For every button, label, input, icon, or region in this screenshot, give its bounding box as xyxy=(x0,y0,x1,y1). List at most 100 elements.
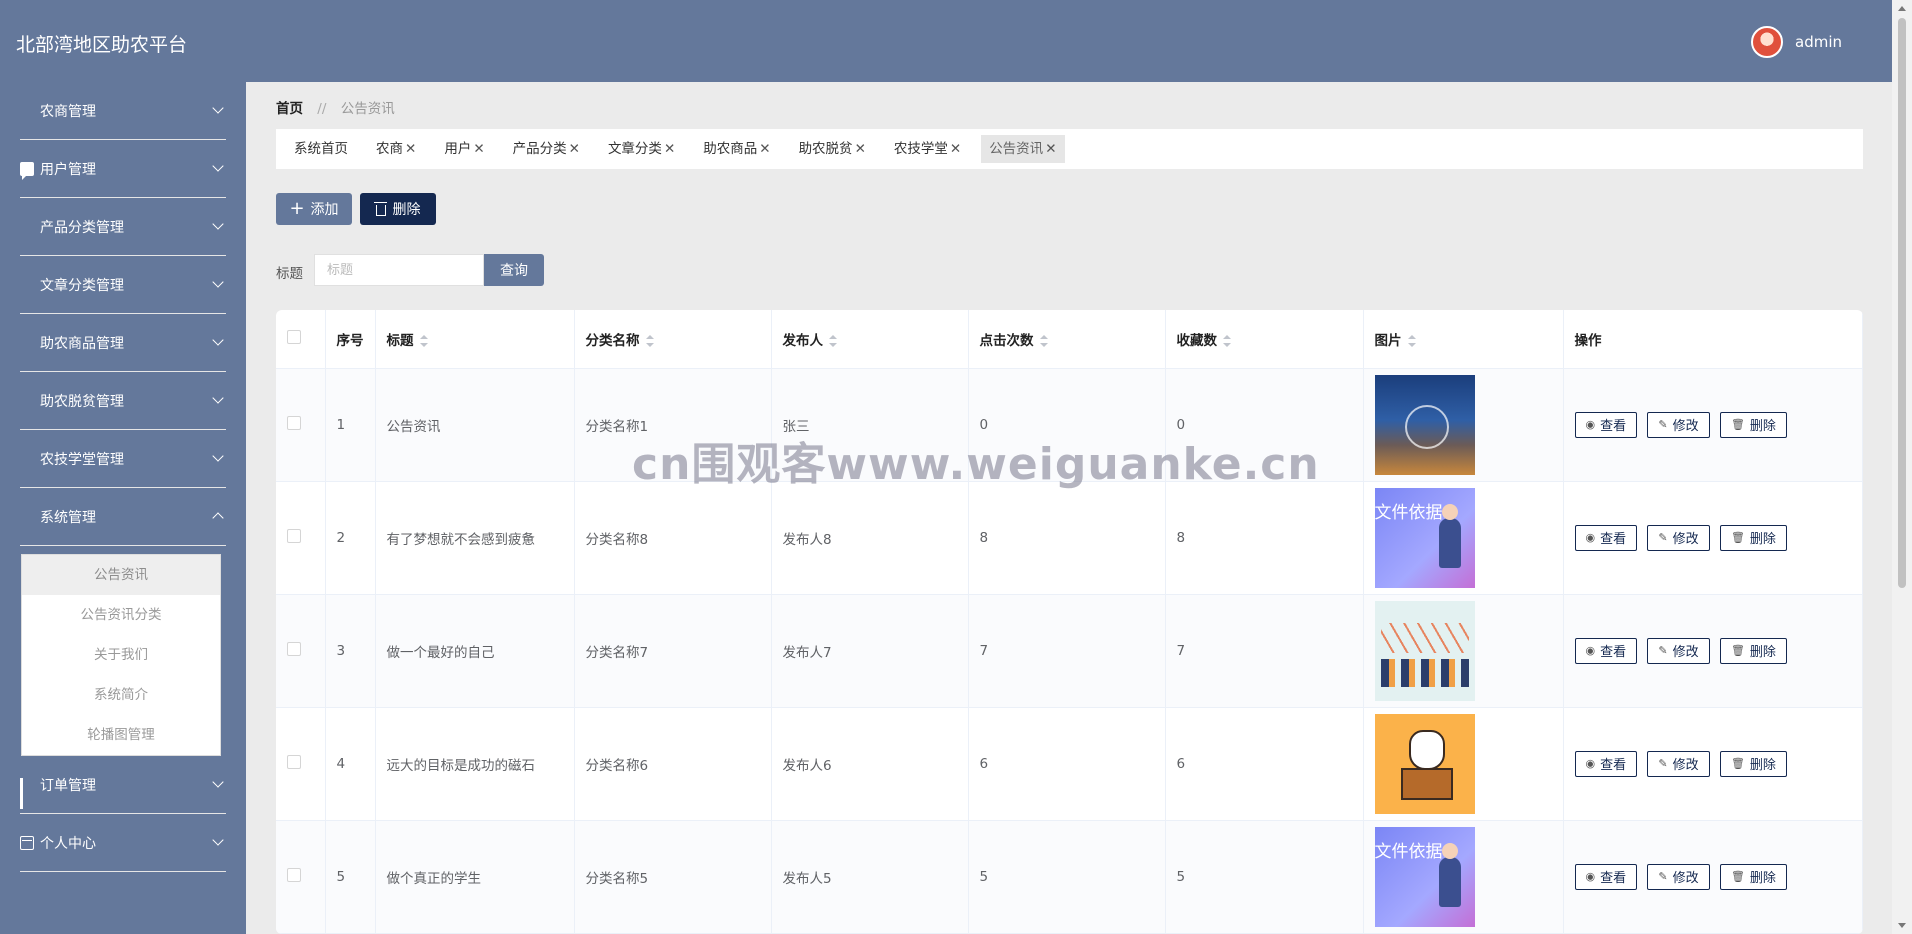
delete-button[interactable]: 🗑 删除 xyxy=(1719,750,1787,777)
edit-button[interactable]: ✎ 修改 xyxy=(1647,750,1710,777)
close-icon[interactable]: ✕ xyxy=(405,141,416,157)
tab-label: 助农商品 xyxy=(703,141,758,157)
sort-icon[interactable] xyxy=(829,334,837,347)
submenu-item-carousel[interactable]: 轮播图管理 xyxy=(22,715,220,755)
cell-favorites: 7 xyxy=(1165,594,1364,708)
sort-icon[interactable] xyxy=(645,334,654,347)
sort-icon[interactable] xyxy=(1407,334,1416,347)
view-button[interactable]: ◉ 查看 xyxy=(1574,411,1638,438)
sidebar-item-orders[interactable]: 订单管理 xyxy=(20,756,226,814)
sidebar-item-label: 产品分类管理 xyxy=(40,219,124,236)
page-scrollbar[interactable] xyxy=(1892,0,1912,934)
sidebar-item-article-category[interactable]: 文章分类管理 xyxy=(20,256,226,314)
view-button[interactable]: ◉ 查看 xyxy=(1574,863,1638,890)
edit-icon: ✎ xyxy=(1658,418,1668,431)
delete-button[interactable]: 🗑 删除 xyxy=(1719,524,1787,551)
row-checkbox[interactable] xyxy=(287,867,301,882)
close-icon[interactable]: ✕ xyxy=(664,141,675,157)
close-icon[interactable]: ✕ xyxy=(1045,141,1056,157)
batch-delete-button[interactable]: 删除 xyxy=(360,193,436,225)
tab-product-category[interactable]: 产品分类 ✕ xyxy=(505,135,588,163)
view-button[interactable]: ◉ 查看 xyxy=(1574,524,1638,551)
tab-agri-classroom[interactable]: 农技学堂 ✕ xyxy=(886,135,969,163)
column-header-image[interactable]: 图片 xyxy=(1363,310,1564,369)
chevron-down-icon xyxy=(212,276,224,288)
close-icon[interactable]: ✕ xyxy=(759,141,770,157)
submenu-item-about-us[interactable]: 关于我们 xyxy=(22,635,220,675)
sidebar-item-poverty-relief[interactable]: 助农脱贫管理 xyxy=(20,372,226,430)
tab-article-category[interactable]: 文章分类 ✕ xyxy=(600,135,683,163)
view-button[interactable]: ◉ 查看 xyxy=(1574,750,1638,777)
cell-no: 2 xyxy=(325,481,376,595)
column-header-label: 收藏数 xyxy=(1176,332,1218,349)
edit-label: 修改 xyxy=(1672,419,1699,434)
grid-icon xyxy=(20,452,34,466)
view-label: 查看 xyxy=(1600,758,1627,773)
user-menu[interactable]: admin xyxy=(1751,26,1842,58)
add-button[interactable]: + 添加 xyxy=(276,193,352,225)
tab-label: 农商 xyxy=(376,141,403,157)
row-checkbox[interactable] xyxy=(287,641,301,656)
delete-button[interactable]: 🗑 删除 xyxy=(1719,411,1787,438)
edit-button[interactable]: ✎ 修改 xyxy=(1647,411,1710,438)
row-checkbox[interactable] xyxy=(287,415,301,430)
table-row: 4 远大的目标是成功的磁石 分类名称6 发布人6 6 6 ◉ 查看 ✎ 修改 🗑 删除 xyxy=(276,707,1863,821)
tab-users[interactable]: 用户 ✕ xyxy=(436,135,492,163)
close-icon[interactable]: ✕ xyxy=(473,141,484,157)
sort-icon[interactable] xyxy=(1223,334,1231,347)
scroll-up-arrow-icon[interactable] xyxy=(1898,6,1906,11)
username[interactable]: admin xyxy=(1795,33,1842,51)
sidebar-item-agri-classroom[interactable]: 农技学堂管理 xyxy=(20,430,226,488)
delete-button[interactable]: 🗑 删除 xyxy=(1719,637,1787,664)
sidebar-item-system[interactable]: 系统管理 xyxy=(20,488,226,546)
submenu-item-announcement-category[interactable]: 公告资讯分类 xyxy=(22,595,220,635)
close-icon[interactable]: ✕ xyxy=(569,141,580,157)
select-all-checkbox[interactable] xyxy=(287,329,301,344)
tab-announcements[interactable]: 公告资讯 ✕ xyxy=(981,135,1065,163)
submenu-item-announcements[interactable]: 公告资讯 xyxy=(22,555,220,595)
title-search-input[interactable] xyxy=(314,254,484,286)
tab-poverty-relief[interactable]: 助农脱贫 ✕ xyxy=(791,135,874,163)
edit-button[interactable]: ✎ 修改 xyxy=(1647,524,1710,551)
eye-icon: ◉ xyxy=(1585,757,1596,770)
column-header-publisher[interactable]: 发布人 xyxy=(771,310,969,369)
cell-no: 4 xyxy=(325,707,376,821)
avatar[interactable] xyxy=(1751,26,1783,58)
sidebar-item-farm-merchant[interactable]: 农商管理 xyxy=(20,82,226,140)
edit-button[interactable]: ✎ 修改 xyxy=(1647,863,1710,890)
tab-system-home[interactable]: 系统首页 xyxy=(286,135,356,163)
sidebar-item-users[interactable]: 用户管理 xyxy=(20,140,226,198)
sort-icon[interactable] xyxy=(419,334,428,347)
business-chart-image xyxy=(1374,600,1475,701)
eye-icon: ◉ xyxy=(1585,870,1596,883)
delete-button[interactable]: 🗑 删除 xyxy=(1719,863,1787,890)
cell-category: 分类名称6 xyxy=(574,707,772,821)
sidebar-item-products[interactable]: 助农商品管理 xyxy=(20,314,226,372)
query-button[interactable]: 查询 xyxy=(484,254,544,286)
breadcrumb-home[interactable]: 首页 xyxy=(276,101,303,117)
row-checkbox[interactable] xyxy=(287,528,301,543)
sidebar-item-product-category[interactable]: 产品分类管理 xyxy=(20,198,226,256)
close-icon[interactable]: ✕ xyxy=(950,141,961,157)
cell-image: 文件依据 xyxy=(1363,481,1564,595)
scroll-down-arrow-icon[interactable] xyxy=(1898,923,1906,928)
row-checkbox[interactable] xyxy=(287,754,301,769)
column-header-title[interactable]: 标题 xyxy=(375,310,575,369)
edit-button[interactable]: ✎ 修改 xyxy=(1647,637,1710,664)
submenu-item-system-intro[interactable]: 系统简介 xyxy=(22,675,220,715)
chevron-up-icon xyxy=(212,512,224,524)
close-icon[interactable]: ✕ xyxy=(855,141,866,157)
tab-products[interactable]: 助农商品 ✕ xyxy=(695,135,778,163)
grid-icon xyxy=(20,104,34,118)
column-header-favorites[interactable]: 收藏数 xyxy=(1165,310,1364,369)
sidebar-item-profile[interactable]: 个人中心 xyxy=(20,814,226,872)
sort-icon[interactable] xyxy=(1039,334,1048,347)
scrollbar-thumb[interactable] xyxy=(1898,18,1906,588)
column-header-clicks[interactable]: 点击次数 xyxy=(968,310,1166,369)
delete-label: 删除 xyxy=(1749,419,1776,434)
tab-farm-merchant[interactable]: 农商 ✕ xyxy=(368,135,424,163)
view-button[interactable]: ◉ 查看 xyxy=(1574,637,1638,664)
cell-image xyxy=(1363,707,1564,821)
column-header-category[interactable]: 分类名称 xyxy=(574,310,772,369)
delete-button-label: 删除 xyxy=(392,202,421,218)
